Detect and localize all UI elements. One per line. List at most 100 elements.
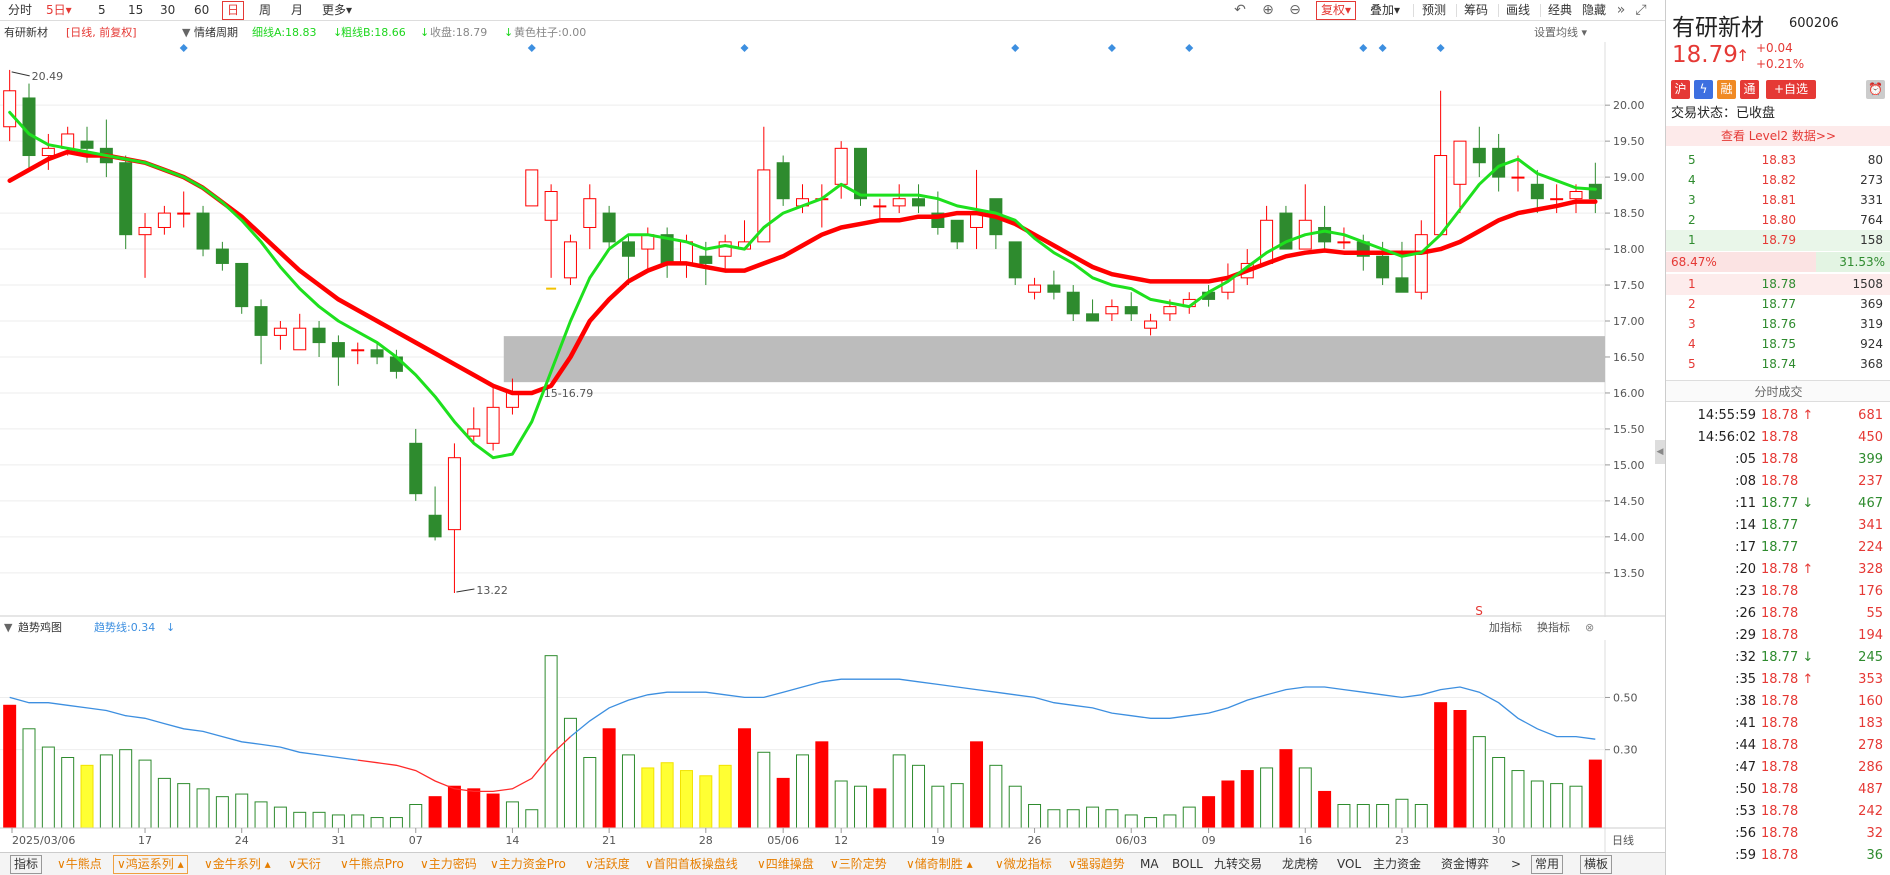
tab-intraday[interactable]: 分时 [8, 2, 32, 19]
tab-5min[interactable]: 5 [98, 2, 106, 19]
indicator-bar [1279, 749, 1293, 829]
indicator-item[interactable]: 龙虎榜 [1282, 855, 1318, 874]
indicator-item[interactable]: ∨牛熊点Pro [340, 855, 404, 874]
indicator-bar [22, 728, 36, 829]
tab-weekly[interactable]: 周 [259, 2, 271, 19]
market-tag[interactable]: 沪 [1671, 80, 1690, 99]
ask-row[interactable]: 4 18.82 273 [1666, 170, 1890, 191]
tick-time: :44 [1735, 738, 1756, 753]
double-chevron-icon[interactable]: » [1612, 1, 1630, 19]
x-tick-label: 17 [138, 834, 152, 847]
indicator-item[interactable]: ∨微龙指标 [995, 855, 1052, 874]
indicator-item[interactable]: ∨主力密码 [420, 855, 477, 874]
add-indicator-button[interactable]: 加指标 [1489, 620, 1522, 636]
indicator-item[interactable]: ∨鸿运系列 ▴ [113, 855, 188, 874]
candle-body [1047, 284, 1061, 293]
tab-15min[interactable]: 15 [128, 2, 143, 19]
indicator-item[interactable]: ∨首阳首板操盘线 [645, 855, 738, 874]
indicator-item[interactable]: ∨牛熊点 [57, 855, 102, 874]
candle-body [699, 255, 713, 264]
collapse-panel-handle[interactable]: ◀ [1655, 440, 1665, 464]
x-tick-label: 24 [235, 834, 249, 847]
add-watchlist-button[interactable]: +自选 [1766, 80, 1816, 99]
tick-price-value: 18.77 [1761, 496, 1799, 511]
legend-stock-name: 有研新材 [4, 26, 48, 39]
zoom-out-icon[interactable]: ⊖ [1286, 1, 1304, 19]
bid-row[interactable]: 2 18.77 369 [1666, 294, 1890, 315]
tick-price: 18.77 ↓ [1761, 647, 1813, 669]
tab-5day[interactable]: 5日▾ [46, 2, 72, 19]
candle-body [621, 241, 635, 257]
indicator-item[interactable]: ∨三阶定势 [830, 855, 887, 874]
overlay-menu[interactable]: 叠加▾ [1370, 2, 1400, 19]
candle-body [1144, 320, 1158, 329]
tab-60min[interactable]: 60 [194, 2, 209, 19]
tick-volume: 341 [1858, 518, 1883, 533]
ma-settings-button[interactable]: 设置均线 ▾ [1534, 25, 1587, 41]
indicator-item[interactable]: 主力资金 [1373, 855, 1421, 874]
alarm-icon[interactable]: ⏰ [1866, 80, 1885, 99]
ask-row[interactable]: 5 18.83 80 [1666, 150, 1890, 171]
indicator-item[interactable]: ∨储奇制胜 ▴ [906, 855, 973, 874]
horizontal-tab[interactable]: 横板 [1580, 855, 1613, 874]
ask-row[interactable]: 3 18.81 331 [1666, 190, 1890, 211]
trend-indicator-chart[interactable]: 0.50 0.30 2025/03/06 17 24 31 07 14 21 28 05/06 12 1… [0, 640, 1665, 852]
chips-button[interactable]: 筹码 [1464, 2, 1488, 19]
zoom-in-icon[interactable]: ⊕ [1259, 1, 1277, 19]
indicator-item[interactable]: 九转交易 [1214, 855, 1262, 874]
level2-link[interactable]: 查看 Level2 数据>> [1666, 126, 1890, 146]
tick-time: :23 [1735, 584, 1756, 599]
indicator-tab[interactable]: 指标 [10, 855, 43, 874]
margin-tag[interactable]: 融 [1717, 80, 1736, 99]
more-menu[interactable]: 更多▾ [322, 2, 352, 19]
switch-indicator-button[interactable]: 换指标 [1537, 620, 1570, 636]
bid-row[interactable]: 1 18.78 1508 [1666, 274, 1890, 295]
x-tick-label: 23 [1395, 834, 1409, 847]
bid-row[interactable]: 3 18.76 319 [1666, 314, 1890, 335]
undo-icon[interactable]: ↶ [1231, 1, 1249, 19]
tick-time: 14:56:02 [1697, 430, 1756, 445]
bid-row[interactable]: 5 18.74 368 [1666, 354, 1890, 375]
indicator-item[interactable]: VOL [1337, 855, 1361, 874]
lightning-icon[interactable]: ϟ [1694, 80, 1713, 99]
indicator-item[interactable]: ∨金牛系列 ▴ [204, 855, 271, 874]
tick-volume: 487 [1858, 782, 1883, 797]
close-indicator-icon[interactable]: ⊗ [1585, 620, 1594, 636]
forecast-button[interactable]: 预测 [1422, 2, 1446, 19]
indicator-item[interactable]: ∨活跃度 [585, 855, 630, 874]
indicator-item[interactable]: ∨天衍 [288, 855, 321, 874]
tab-monthly[interactable]: 月 [291, 2, 303, 19]
tab-daily[interactable]: 日 [222, 1, 245, 20]
candle-body [950, 219, 964, 243]
common-tab[interactable]: 常用 [1531, 855, 1564, 874]
tick-price-value: 18.78 [1761, 430, 1799, 445]
draw-line-button[interactable]: 画线 [1506, 2, 1530, 19]
indicator-bar [1395, 798, 1409, 829]
tab-30min[interactable]: 30 [160, 2, 175, 19]
legend-collapse-icon[interactable]: ▼ [182, 25, 190, 41]
candle-body [602, 212, 616, 243]
bid-row[interactable]: 4 18.75 924 [1666, 334, 1890, 355]
sub-legend-collapse-icon[interactable]: ▼ [4, 620, 12, 636]
scroll-right-icon[interactable]: > [1511, 855, 1521, 874]
indicator-bar [679, 770, 693, 829]
indicator-item[interactable]: 资金博弈 [1441, 855, 1489, 874]
indicator-item[interactable]: ∨主力资金Pro [490, 855, 566, 874]
ask-row[interactable]: 1 18.79 158 [1666, 230, 1890, 251]
indicator-item[interactable]: ∨四维操盘 [757, 855, 814, 874]
ask-row[interactable]: 2 18.80 764 [1666, 210, 1890, 231]
candle-body [370, 349, 384, 358]
classic-button[interactable]: 经典 [1548, 2, 1572, 19]
indicator-bar [505, 801, 519, 829]
indicator-item[interactable]: MA [1140, 855, 1159, 874]
legend-indicator: 情绪周期 [194, 26, 238, 39]
adjust-menu[interactable]: 复权▾ [1316, 1, 1357, 20]
candle-body [1588, 183, 1602, 200]
hide-button[interactable]: 隐藏 [1582, 2, 1606, 19]
indicator-bar [544, 655, 558, 829]
connect-tag[interactable]: 通 [1740, 80, 1759, 99]
fullscreen-icon[interactable]: ⤢ [1632, 1, 1650, 19]
candlestick-chart[interactable]: 20.00 19.50 19.00 18.50 18.00 17.50 17.00 16.50… [0, 42, 1665, 617]
indicator-item[interactable]: ∨强弱趋势 [1068, 855, 1125, 874]
indicator-item[interactable]: BOLL [1172, 855, 1203, 874]
